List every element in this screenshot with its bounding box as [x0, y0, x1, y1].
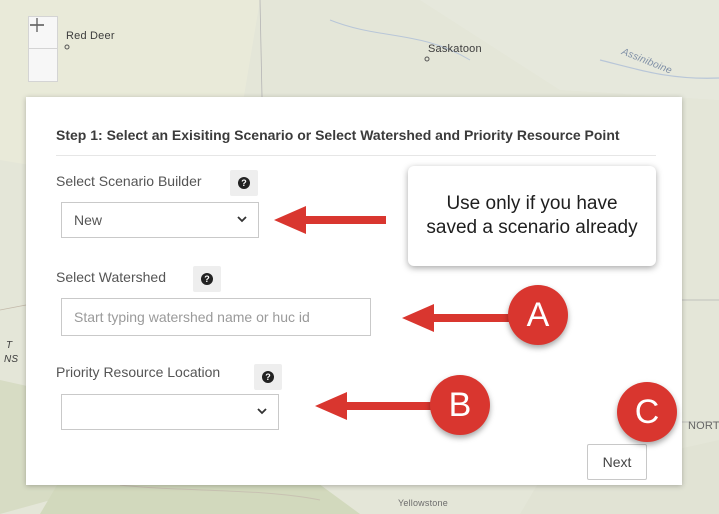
chevron-down-icon [257, 408, 267, 415]
zoom-control [28, 16, 58, 82]
step-title: Step 1: Select an Exisiting Scenario or … [56, 127, 620, 143]
question-circle-icon: ? [201, 273, 213, 285]
watershed-help-button[interactable]: ? [193, 266, 221, 292]
zoom-out-button[interactable] [29, 24, 57, 80]
map-label-t: T [6, 340, 13, 351]
badge-c: C [617, 382, 677, 442]
scenario-builder-label: Select Scenario Builder [56, 173, 202, 189]
map-label-red-deer: Red Deer [66, 30, 115, 42]
divider [56, 155, 656, 156]
map-label-yellowstone: Yellowstone [398, 498, 448, 508]
map-label-saskatoon: Saskatoon [428, 43, 482, 55]
badge-b: B [430, 375, 490, 435]
chevron-down-icon [237, 216, 247, 223]
callout-note: Use only if you have saved a scenario al… [408, 166, 656, 266]
watershed-search-input[interactable] [61, 298, 371, 336]
scenario-builder-help-button[interactable]: ? [230, 170, 258, 196]
scenario-builder-value: New [74, 212, 103, 228]
question-circle-icon: ? [262, 371, 274, 383]
next-button[interactable]: Next [587, 444, 647, 480]
map-label-ns: NS [4, 354, 19, 365]
priority-resource-label: Priority Resource Location [56, 364, 221, 380]
minus-icon [30, 24, 44, 26]
priority-resource-help-button[interactable]: ? [254, 364, 282, 390]
city-marker-icon [64, 44, 70, 50]
badge-a: A [508, 285, 568, 345]
city-marker-icon [424, 56, 430, 62]
arrow-left-icon [274, 206, 386, 234]
arrow-left-icon [402, 304, 516, 332]
scenario-builder-select[interactable]: New [61, 202, 259, 238]
scenario-panel: Step 1: Select an Exisiting Scenario or … [26, 97, 682, 485]
priority-resource-select[interactable] [61, 394, 279, 430]
watershed-label: Select Watershed [56, 269, 166, 285]
map-label-nort: NORT [688, 420, 719, 432]
question-circle-icon: ? [238, 177, 250, 189]
arrow-left-icon [315, 392, 434, 420]
